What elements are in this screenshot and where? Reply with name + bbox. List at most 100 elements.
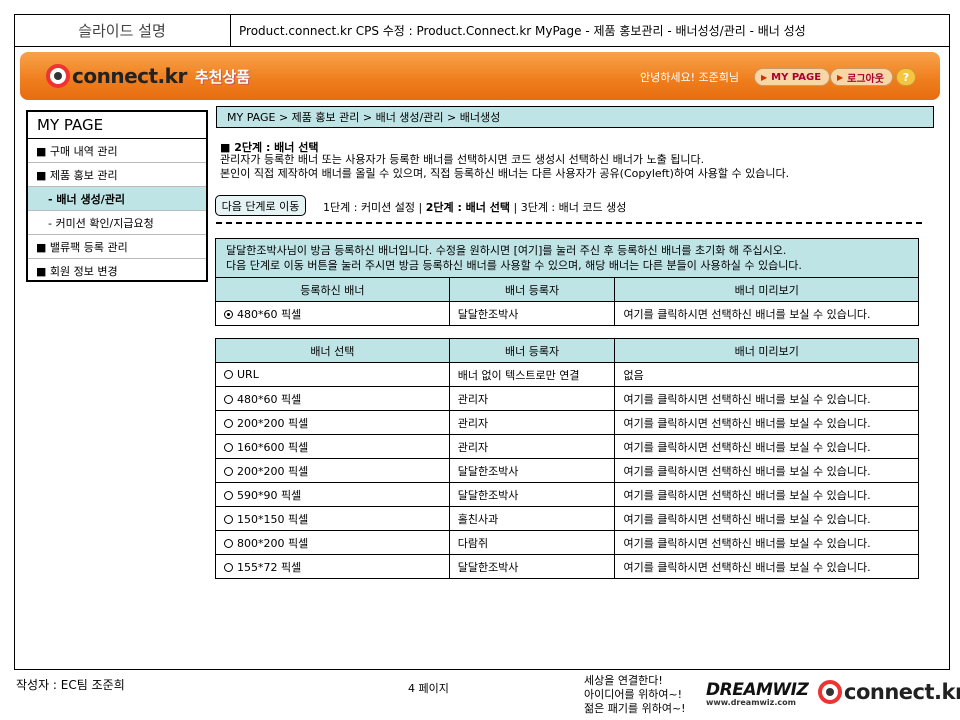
breadcrumb: MY PAGE > 제품 홍보 관리 > 배너 생성/관리 > 배너생성 <box>216 106 934 128</box>
mypage-button-label: MY PAGE <box>771 71 822 83</box>
table-row: 480*60 픽셀 관리자 여기를 클릭하시면 선택하신 배너를 보실 수 있습니다… <box>215 386 919 411</box>
footer-author: 작성자 : EC팀 조준희 <box>16 678 125 692</box>
step-indicator: 1단계 : 커미션 설정 | 2단계 : 배너 선택 | 3단계 : 배너 코드… <box>323 199 626 215</box>
sidebar-item-purchase[interactable]: ■ 구매 내역 관리 <box>28 139 206 163</box>
banner-owner: 달달한조박사 <box>448 482 616 507</box>
sidebar-item-member[interactable]: ■ 회원 정보 변경 <box>28 259 206 283</box>
banner-select-table: 배너 선택 배너 등록자 배너 미리보기 URL 배너 없이 텍스트로만 연결 없음… <box>215 338 919 579</box>
col-header-preview: 배너 미리보기 <box>614 338 919 363</box>
banner-size: 590*90 픽셀 <box>237 488 302 502</box>
banner-preview-link[interactable]: 여기를 클릭하시면 선택하신 배너를 보실 수 있습니다. <box>614 506 919 531</box>
arrow-right-icon: ▶ <box>837 72 844 82</box>
radio-icon[interactable] <box>224 514 233 524</box>
banner-preview-link[interactable]: 여기를 클릭하시면 선택하신 배너를 보실 수 있습니다. <box>614 410 919 435</box>
radio-icon[interactable] <box>224 370 233 379</box>
step-desc-line1: 관리자가 등록한 배너 또는 사용자가 등록한 배너를 선택하시면 코드 생성시… <box>220 153 705 166</box>
banner-owner: 다람쥐 <box>448 530 616 555</box>
divider <box>216 222 922 224</box>
col-header-select: 배너 선택 <box>215 338 450 363</box>
slogan-line3: 젊은 패기를 위하여~! <box>584 702 686 715</box>
banner-preview-link[interactable]: 여기를 클릭하시면 선택하신 배너를 보실 수 있습니다. <box>614 458 919 483</box>
table-header-row: 배너 선택 배너 등록자 배너 미리보기 <box>215 338 919 363</box>
banner-owner: 관리자 <box>448 386 616 411</box>
radio-icon[interactable] <box>224 418 233 428</box>
banner-option[interactable]: 155*72 픽셀 <box>215 554 450 579</box>
mypage-button[interactable]: ▶ MY PAGE <box>754 68 831 86</box>
radio-icon[interactable] <box>224 466 233 476</box>
sidebar-item-promotion[interactable]: ■ 제품 홍보 관리 <box>28 163 206 187</box>
banner-preview-link[interactable]: 여기를 클릭하시면 선택하신 배너를 보실 수 있습니다. <box>614 554 919 579</box>
help-button[interactable]: ? <box>896 68 916 86</box>
banner-option[interactable]: 800*200 픽셀 <box>215 530 450 555</box>
table-row: 155*72 픽셀 달달한조박사 여기를 클릭하시면 선택하신 배너를 보실 수 있… <box>215 554 919 579</box>
sidebar-title: MY PAGE <box>28 112 206 139</box>
banner-option[interactable]: 480*60 픽셀 <box>215 386 450 411</box>
table-header-row: 등록하신 배너 배너 등록자 배너 미리보기 <box>215 277 919 302</box>
banner-preview-link[interactable]: 여기를 클릭하시면 선택하신 배너를 보실 수 있습니다. <box>614 434 919 459</box>
banner-size: 155*72 픽셀 <box>237 560 302 574</box>
sidebar-item-valuepack[interactable]: ■ 밸류팩 등록 관리 <box>28 235 206 259</box>
banner-option[interactable]: 200*200 픽셀 <box>215 458 450 483</box>
dreamwiz-text: DREAMWIZ <box>706 680 809 700</box>
footer-logo-text: connect.kr <box>844 680 960 704</box>
radio-icon[interactable] <box>224 562 233 572</box>
slogan-line1: 세상을 연결한다! <box>584 674 663 687</box>
dreamwiz-logo: DREAMWIZ www.dreamwiz.com <box>706 680 809 710</box>
banner-owner: 관리자 <box>448 434 616 459</box>
banner-preview-link[interactable]: 여기를 클릭하시면 선택하신 배너를 보실 수 있습니다. <box>614 482 919 507</box>
connect-logo[interactable]: connect.kr 추천상품 <box>46 63 250 89</box>
radio-icon[interactable] <box>224 442 233 452</box>
banner-size: 480*60 픽셀 <box>237 307 302 321</box>
step-desc-line2: 본인이 직접 제작하여 배너를 올릴 수 있으며, 직접 등록하신 배너는 다른… <box>220 167 790 180</box>
banner-preview-link[interactable]: 여기를 클릭하시면 선택하신 배너를 보실 수 있습니다. <box>614 386 919 411</box>
table-row: 160*600 픽셀 관리자 여기를 클릭하시면 선택하신 배너를 보실 수 있습니… <box>215 434 919 459</box>
radio-selected-icon[interactable] <box>224 309 233 319</box>
sidebar: MY PAGE ■ 구매 내역 관리 ■ 제품 홍보 관리 - 배너 생성/관리… <box>26 110 208 282</box>
banner-size: 480*60 픽셀 <box>237 392 302 406</box>
logo-sub: 추천상품 <box>194 67 251 86</box>
banner-option[interactable]: 200*200 픽셀 <box>215 410 450 435</box>
step-2-current: 2단계 : 배너 선택 <box>425 201 510 214</box>
footer-connect-logo: connect.kr <box>818 680 960 704</box>
logout-button[interactable]: ▶ 로그아웃 <box>830 68 893 86</box>
banner-option[interactable]: 480*60 픽셀 <box>215 301 450 326</box>
logo-text: connect.kr <box>72 64 187 88</box>
banner-preview-link[interactable]: 여기를 클릭하시면 선택하신 배너를 보실 수 있습니다. <box>614 530 919 555</box>
table-row: 200*200 픽셀 달달한조박사 여기를 클릭하시면 선택하신 배너를 보실 수 … <box>215 458 919 483</box>
sidebar-item-commission[interactable]: - 커미션 확인/지급요청 <box>28 211 206 235</box>
banner-size: 800*200 픽셀 <box>237 536 309 550</box>
banner-option[interactable]: 160*600 픽셀 <box>215 434 450 459</box>
radio-icon[interactable] <box>224 394 233 404</box>
banner-size: URL <box>237 368 259 381</box>
banner-owner: 달달한조박사 <box>448 554 616 579</box>
step-3: | 3단계 : 배너 코드 생성 <box>510 201 627 214</box>
banner-option[interactable]: 590*90 픽셀 <box>215 482 450 507</box>
banner-owner: 배너 없이 텍스트로만 연결 <box>448 362 616 387</box>
banner-owner: 관리자 <box>448 410 616 435</box>
col-header-owner: 배너 등록자 <box>448 338 616 363</box>
logo-c-icon <box>818 680 842 704</box>
banner-owner: 달달한조박사 <box>448 301 616 326</box>
banner-option[interactable]: URL <box>215 362 450 387</box>
col-header-banner: 등록하신 배너 <box>215 277 450 302</box>
radio-icon[interactable] <box>224 490 233 500</box>
banner-preview-link[interactable]: 여기를 클릭하시면 선택하신 배너를 보실 수 있습니다. <box>614 301 919 326</box>
next-step-button[interactable]: 다음 단계로 이동 <box>215 195 306 216</box>
step-description: 관리자가 등록한 배너 또는 사용자가 등록한 배너를 선택하시면 코드 생성시… <box>220 153 789 181</box>
banner-option[interactable]: 150*150 픽셀 <box>215 506 450 531</box>
banner-owner: 홀친사과 <box>448 506 616 531</box>
logout-button-label: 로그아웃 <box>847 73 884 85</box>
banner-preview-link[interactable]: 없음 <box>614 362 919 387</box>
banner-size: 200*200 픽셀 <box>237 464 309 478</box>
spec-description: Product.connect.kr CPS 수정 : Product.Conn… <box>239 23 806 38</box>
table-row: 590*90 픽셀 달달한조박사 여기를 클릭하시면 선택하신 배너를 보실 수 있… <box>215 482 919 507</box>
footer-page: 4 페이지 <box>408 682 449 695</box>
step-1: 1단계 : 커미션 설정 | <box>323 201 426 214</box>
table-row: 150*150 픽셀 홀친사과 여기를 클릭하시면 선택하신 배너를 보실 수 있습… <box>215 506 919 531</box>
select-rows: URL 배너 없이 텍스트로만 연결 없음 480*60 픽셀 관리자 여기를 클릭하시면… <box>215 362 919 579</box>
sidebar-item-banner[interactable]: - 배너 생성/관리 <box>28 187 206 211</box>
registered-banner-table: 등록하신 배너 배너 등록자 배너 미리보기 480*60 픽셀 달달한조박사 … <box>215 277 919 326</box>
radio-icon[interactable] <box>224 538 233 548</box>
spec-title: 슬라이드 설명 <box>14 14 231 46</box>
spec-header: 슬라이드 설명 Product.connect.kr CPS 수정 : Prod… <box>14 14 950 47</box>
